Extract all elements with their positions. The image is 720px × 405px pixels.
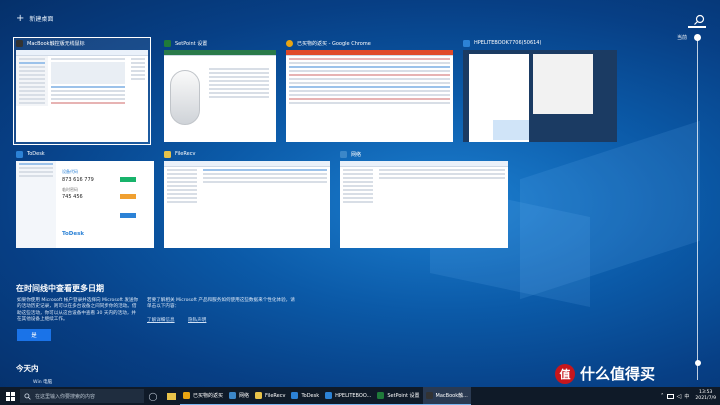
privacy-link[interactable]: 隐私声明 [188, 317, 206, 323]
search-icon[interactable] [693, 14, 705, 26]
taskbar-file-explorer-icon[interactable] [162, 387, 180, 405]
taskbar-app-label: MacBook触... [435, 393, 468, 399]
taskbar-app[interactable]: SetPoint 设置 [374, 387, 423, 405]
app-icon [377, 392, 385, 399]
app-icon [229, 392, 237, 399]
taskbar: 在这里输入你要搜索的内容 ◯ 已买物的返买 网络 FileRecv ToDesk HPE… [0, 387, 720, 405]
window-preview [164, 161, 330, 248]
chevron-up-icon[interactable]: ˄ [661, 393, 664, 400]
app-icon [463, 39, 470, 47]
todesk-brand: ToDesk [62, 231, 85, 237]
search-icon [24, 392, 31, 400]
timeline-label: 当前 [677, 35, 688, 41]
window-title: MacBook触控版无线鼠标 [27, 40, 85, 47]
today-items[interactable]: Win 电脑 [33, 379, 52, 385]
folder-icon [164, 150, 171, 158]
window-preview [164, 50, 276, 142]
taskbar-app[interactable]: HPELITEBOO... [322, 387, 375, 405]
taskbar-app-label: 已买物的返买 [193, 393, 224, 399]
taskbar-search-box[interactable]: 在这里输入你要搜索的内容 [20, 389, 144, 403]
app-icon [291, 392, 299, 399]
window-title: SetPoint 设置 [175, 40, 208, 47]
taskbar-app[interactable]: FileRecv [252, 387, 289, 405]
window-title: HPELITEBOOK7706(50614) [474, 40, 542, 46]
app-icon [325, 392, 333, 399]
task-view-icon[interactable]: ◯ [144, 387, 162, 405]
timeline-track [697, 40, 698, 380]
todesk-icon [16, 150, 23, 158]
taskbar-app-label: SetPoint 设置 [387, 393, 420, 399]
plus-icon: + [16, 12, 25, 24]
timeline-prompt-text: 如果你使用 Microsoft 帐户登录并选择向 Microsoft 发送你的活… [17, 298, 139, 323]
volume-icon[interactable]: ◁ [677, 393, 682, 400]
app-icon [164, 39, 171, 47]
yes-button[interactable]: 是 [17, 329, 51, 341]
timeline-prompt-text-right: 若要了解相关 Microsoft 产品和服务如何使用这些数据来个性化体验，请单击… [147, 298, 295, 310]
taskbar-app-label: ToDesk [301, 392, 320, 399]
taskbar-app[interactable]: 已买物的返买 [180, 387, 227, 405]
window-network[interactable]: 网络 [337, 148, 511, 251]
window-preview: 设备代码 873 616 779 临时密码 745 456 ToDesk [16, 161, 154, 248]
window-preview [463, 50, 617, 142]
network-tray-icon[interactable] [666, 393, 674, 399]
taskbar-app-label: 网络 [239, 393, 250, 399]
chrome-icon [286, 39, 293, 47]
watermark: 值 什么值得买 [555, 363, 655, 384]
new-desktop-label: 新建桌面 [29, 16, 54, 23]
todesk-pw: 745 456 [62, 194, 83, 200]
clock[interactable]: 13:53 2021/7/9 [695, 390, 716, 402]
app-icon [16, 39, 23, 47]
timeline-handle[interactable] [694, 34, 701, 41]
todesk-id-label: 设备代码 [62, 169, 78, 174]
timeline-current-marker [688, 26, 706, 28]
network-icon [340, 150, 347, 158]
taskbar-app-label: HPELITEBOO... [335, 392, 372, 399]
window-preview [286, 50, 453, 142]
window-title: 网络 [351, 151, 362, 158]
window-todesk[interactable]: ToDesk 设备代码 873 616 779 临时密码 745 456 ToD… [13, 148, 157, 251]
start-button[interactable] [0, 387, 20, 405]
new-desktop-button[interactable]: + 新建桌面 [16, 12, 54, 24]
window-preview [340, 161, 508, 248]
taskbar-app[interactable]: MacBook触... [422, 387, 471, 405]
watermark-text: 什么值得买 [580, 365, 656, 383]
search-placeholder: 在这里输入你要搜索的内容 [35, 393, 96, 400]
window-filerecv[interactable]: FileRecv [161, 148, 333, 251]
today-heading: 今天内 [16, 364, 39, 373]
watermark-logo: 值 [555, 363, 575, 384]
app-icon [255, 392, 263, 399]
windows-icon [5, 391, 15, 401]
window-hpelitebook[interactable]: HPELITEBOOK7706(50614) [460, 37, 620, 145]
ime-icon[interactable]: 中 [684, 393, 689, 400]
learn-more-link[interactable]: 了解详细信息 [147, 317, 175, 323]
taskbar-app[interactable]: 网络 [226, 387, 253, 405]
system-tray: ˄ ◁ 中 13:53 2021/7/9 [661, 390, 720, 402]
app-icon [425, 392, 433, 399]
window-preview [16, 50, 148, 142]
window-macbook[interactable]: MacBook触控版无线鼠标 [13, 37, 151, 145]
app-icon [183, 392, 190, 399]
window-title: FileRecv [175, 151, 196, 157]
timeline-prompt-title: 在时间线中查看更多日期 [16, 284, 104, 293]
todesk-id: 873 616 779 [62, 177, 94, 183]
todesk-pw-label: 临时密码 [62, 187, 78, 192]
clock-date: 2021/7/9 [695, 396, 716, 401]
timeline-dot[interactable] [694, 360, 701, 366]
taskbar-app[interactable]: ToDesk [288, 387, 323, 405]
taskbar-app-label: FileRecv [265, 392, 286, 399]
window-title: 已买物的返买 - Google Chrome [297, 40, 371, 47]
window-chrome[interactable]: 已买物的返买 - Google Chrome [283, 37, 456, 145]
window-title: ToDesk [27, 151, 45, 157]
window-setpoint[interactable]: SetPoint 设置 [161, 37, 279, 145]
